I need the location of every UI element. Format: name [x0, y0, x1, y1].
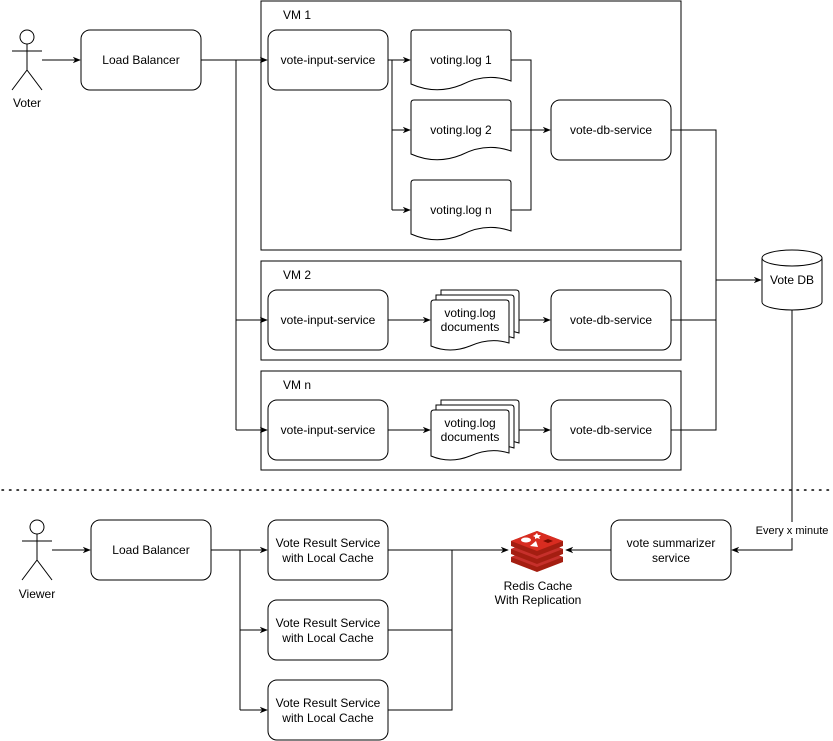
load-balancer-read-label: Load Balancer	[112, 543, 189, 557]
vm2-input-label: vote-input-service	[281, 313, 376, 327]
vrs1-label-line1: Vote Result Service	[276, 536, 381, 550]
vm1-vote-input-service[interactable]: vote-input-service	[267, 29, 389, 91]
vrs3-label-line2: with Local Cache	[281, 711, 374, 725]
edges-vm1-input-to-logs	[388, 56, 411, 214]
vm1-title: VM 1	[283, 8, 311, 22]
vm2-logs-label-line1: voting.log	[444, 306, 495, 320]
vote-db-cylinder-icon[interactable]: Vote DB	[761, 249, 823, 311]
vote-result-service-2[interactable]: Vote Result Service with Local Cache	[267, 599, 389, 661]
load-balancer-write-label: Load Balancer	[102, 53, 179, 67]
architecture-diagram: Voter Load Balancer VM 1 vote-input-serv…	[1, 0, 833, 741]
edges-vm1-logs-to-db-service	[511, 59, 551, 211]
vrs2-label-line2: with Local Cache	[281, 631, 374, 645]
vm2-logs-label-line2: documents	[441, 320, 500, 334]
vrs3-label-line1: Vote Result Service	[276, 696, 381, 710]
edges-db-services-to-vote-db	[671, 129, 762, 431]
vote-db-label: Vote DB	[770, 273, 814, 287]
edges-lb-to-vms	[201, 56, 268, 434]
redis-label-line2: With Replication	[495, 593, 582, 607]
vm1-voting-log-1[interactable]: voting.log 1	[410, 29, 512, 91]
load-balancer-write[interactable]: Load Balancer	[80, 29, 202, 91]
schedule-label: Every x minute	[756, 525, 829, 537]
vm1-voting-log-2[interactable]: voting.log 2	[410, 99, 512, 161]
vmn-logs-label-line2: documents	[441, 430, 500, 444]
vm1-log-n-label: voting.log n	[430, 203, 491, 217]
edge-vote-db-to-summarizer	[731, 310, 793, 554]
vmn-title: VM n	[283, 378, 311, 392]
load-balancer-read[interactable]: Load Balancer	[90, 519, 212, 581]
vmn-input-label: vote-input-service	[281, 423, 376, 437]
vote-result-service-3[interactable]: Vote Result Service with Local Cache	[267, 679, 389, 741]
edges-lb-to-result-services	[211, 546, 268, 714]
viewer-label: Viewer	[19, 587, 55, 601]
vm2-vote-db-service[interactable]: vote-db-service	[550, 289, 672, 351]
vrs2-label-line1: Vote Result Service	[276, 616, 381, 630]
redis-cache-icon[interactable]	[511, 531, 563, 572]
edges-result-services-to-redis	[388, 546, 509, 711]
vm2-vote-input-service[interactable]: vote-input-service	[267, 289, 389, 351]
vm1-input-label: vote-input-service	[281, 53, 376, 67]
vmn-vote-db-service[interactable]: vote-db-service	[550, 399, 672, 461]
vm1-voting-log-n[interactable]: voting.log n	[410, 179, 512, 241]
vmn-logs-label-line1: voting.log	[444, 416, 495, 430]
voter-label: Voter	[13, 96, 41, 110]
voter-actor-icon[interactable]	[11, 29, 43, 91]
summarizer-label-line2: service	[652, 551, 690, 565]
vmn-db-service-label: vote-db-service	[570, 423, 652, 437]
vrs1-label-line2: with Local Cache	[281, 551, 374, 565]
vm2-db-service-label: vote-db-service	[570, 313, 652, 327]
summarizer-label-line1: vote summarizer	[627, 536, 716, 550]
vm1-log-1-label: voting.log 1	[430, 53, 492, 67]
vmn-vote-input-service[interactable]: vote-input-service	[267, 399, 389, 461]
vote-summarizer-service[interactable]: vote summarizer service	[610, 519, 732, 581]
vm2-title: VM 2	[283, 268, 311, 282]
redis-label-line1: Redis Cache	[504, 579, 573, 593]
vm2-voting-log-documents[interactable]: voting.log documents	[430, 289, 520, 351]
vmn-voting-log-documents[interactable]: voting.log documents	[430, 399, 520, 461]
vm1-db-service-label: vote-db-service	[570, 123, 652, 137]
viewer-actor-icon[interactable]	[21, 519, 53, 581]
vm1-log-2-label: voting.log 2	[430, 123, 492, 137]
vm1-vote-db-service[interactable]: vote-db-service	[550, 99, 672, 161]
vote-result-service-1[interactable]: Vote Result Service with Local Cache	[267, 519, 389, 581]
